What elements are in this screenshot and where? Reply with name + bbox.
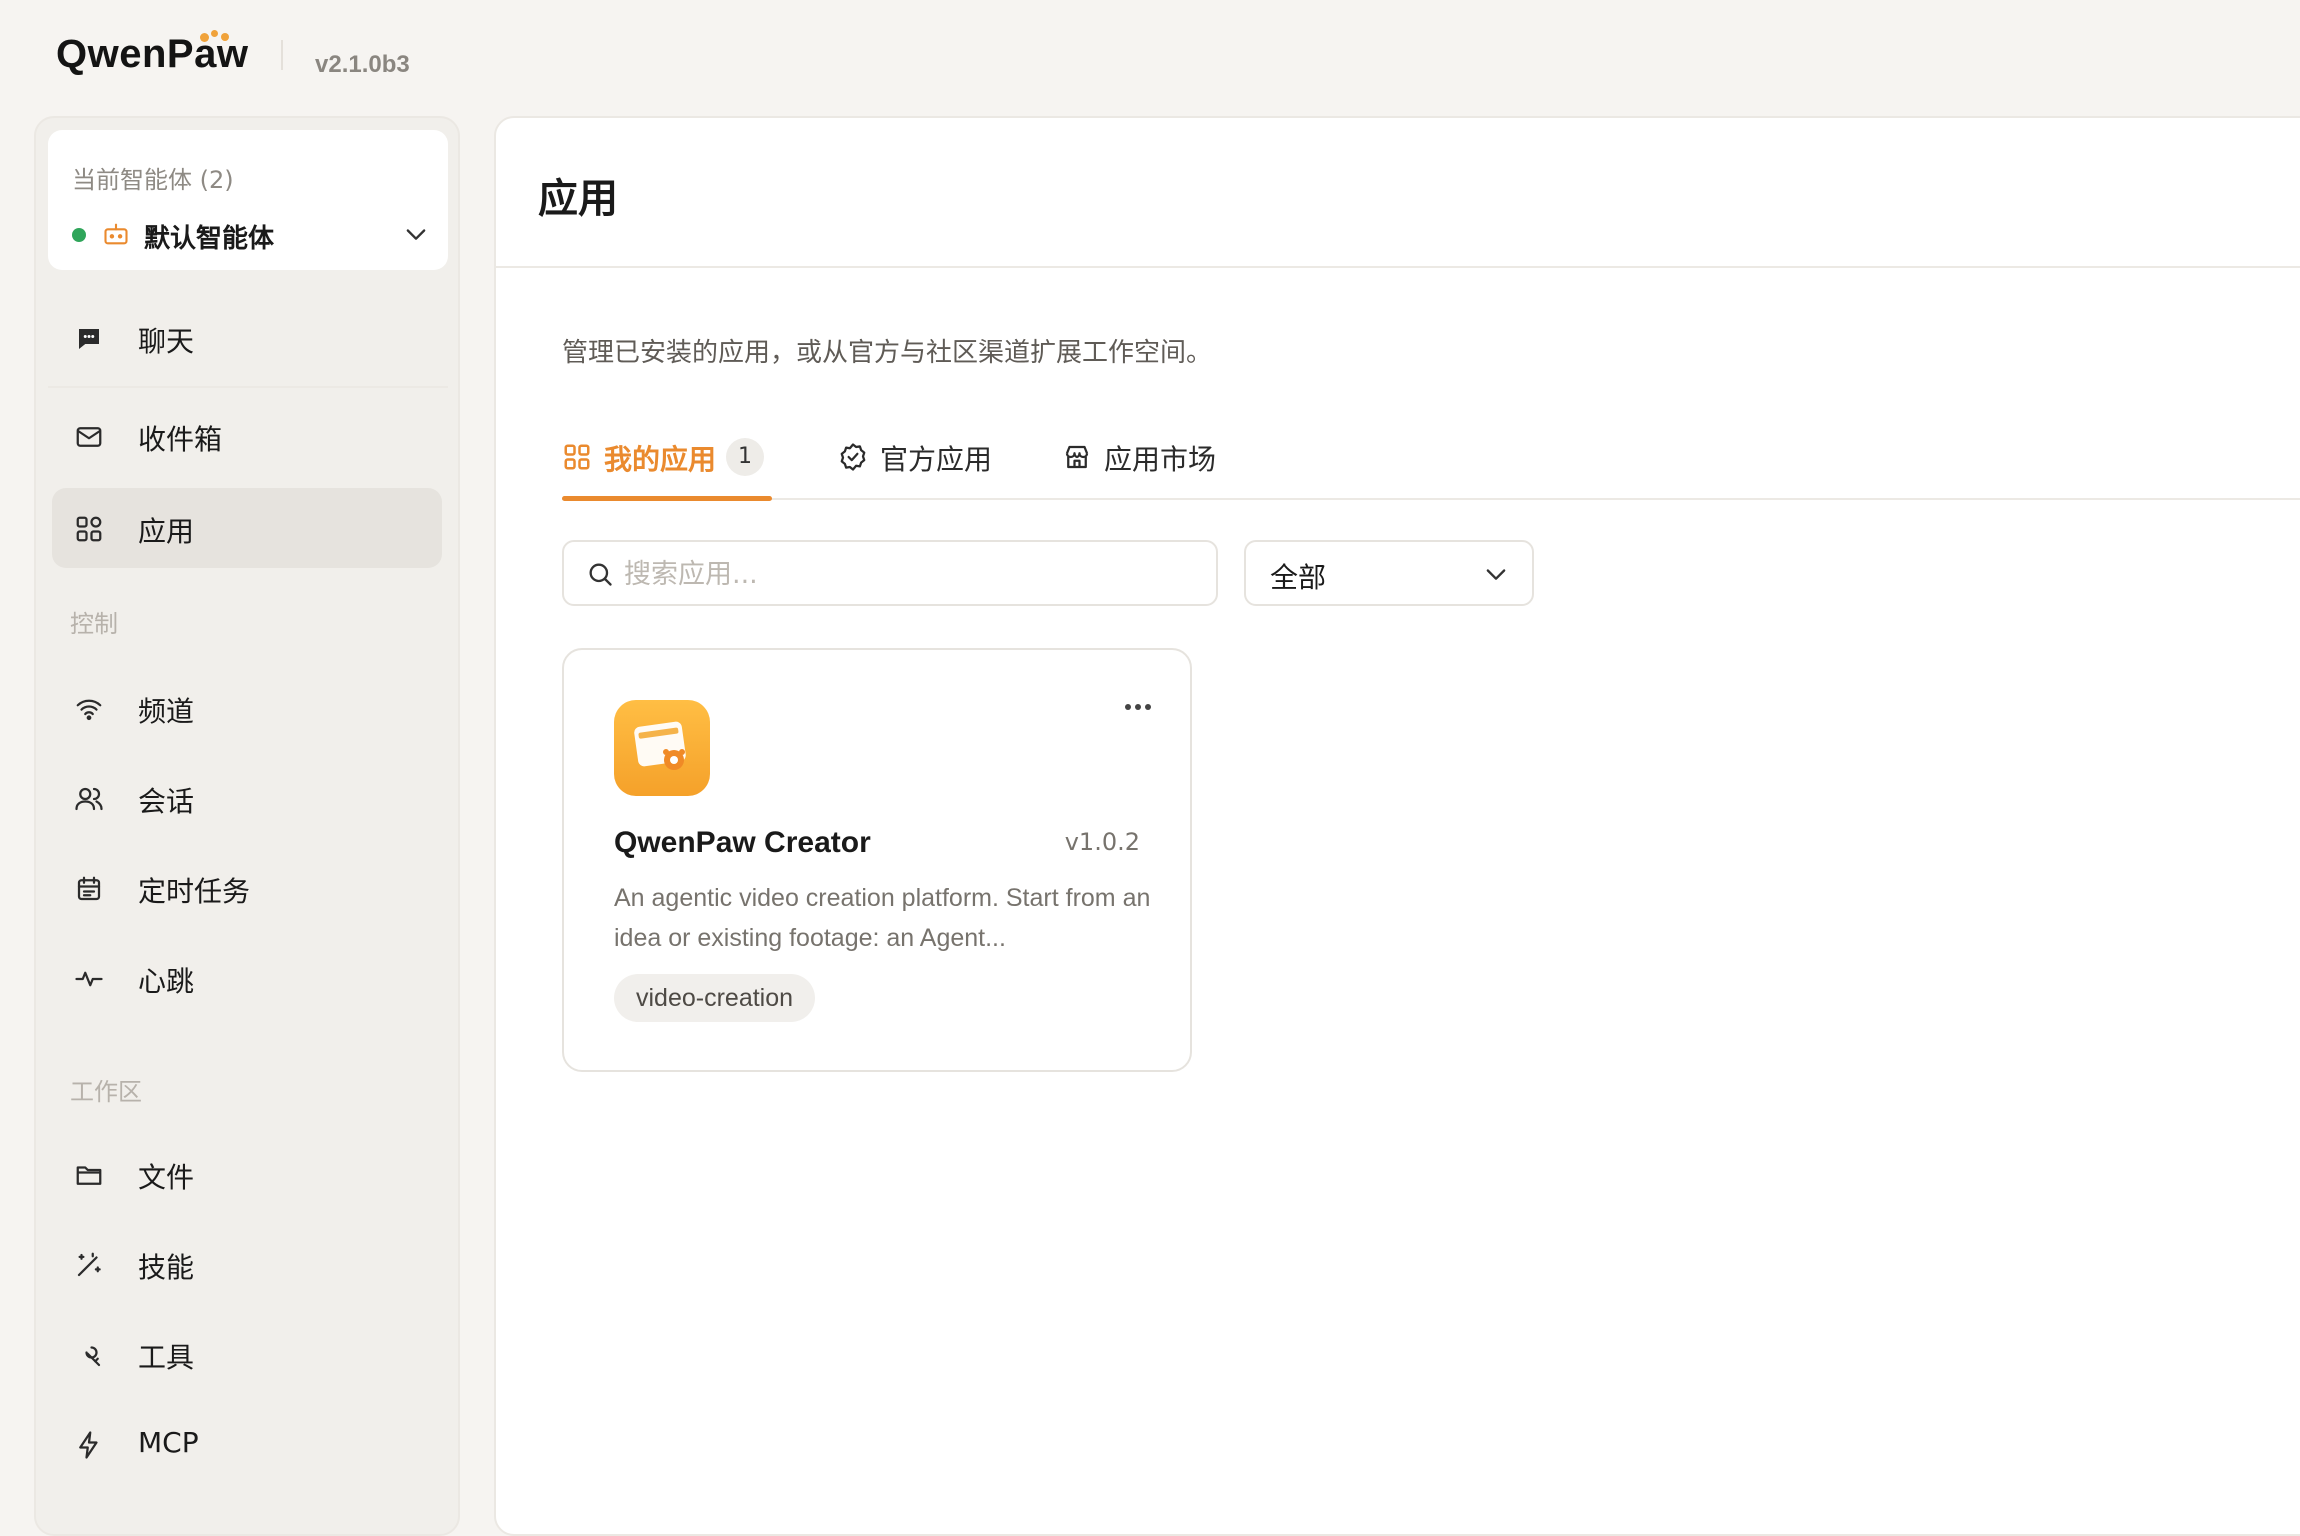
wrench-icon [85, 1346, 101, 1367]
header-divider [281, 40, 283, 70]
sidebar-item-label: 应用 [138, 515, 195, 548]
category-filter-select[interactable]: 全部 [1244, 540, 1534, 606]
sidebar-item-label: 定时任务 [138, 875, 251, 908]
magic-wand-icon [77, 1252, 101, 1277]
tab-bar-divider [562, 498, 2300, 500]
tab-bar: 我的应用 1 官方应用 应用市场 [562, 418, 2300, 502]
app-description: An agentic video creation platform. Star… [614, 884, 1151, 952]
search-box[interactable] [562, 540, 1218, 606]
verified-icon [840, 443, 866, 471]
store-icon [1065, 445, 1089, 469]
robot-icon [104, 223, 128, 245]
chevron-down-icon [1486, 569, 1506, 580]
sidebar-item-label: 文件 [138, 1161, 195, 1194]
app-logo[interactable]: QwenPaw [56, 32, 248, 77]
sidebar-item-inbox[interactable]: 收件箱 [52, 396, 442, 476]
sidebar: 当前智能体 (2) 默认智能体 聊天 收件箱 应用 控制 频道 会话 定时任务 … [34, 116, 460, 1536]
chevron-down-icon[interactable] [402, 220, 430, 248]
tab-count-badge: 1 [726, 438, 764, 476]
logo-paw-dot [221, 33, 229, 41]
tab-official-apps[interactable]: 官方应用 [838, 418, 1008, 500]
version-label: v2.1.0b3 [315, 51, 410, 78]
sidebar-item-heartbeat[interactable]: 心跳 [52, 938, 442, 1018]
sidebar-item-files[interactable]: 文件 [52, 1134, 442, 1214]
wifi-icon [76, 699, 102, 721]
search-icon [589, 563, 612, 586]
filter-selected-value: 全部 [1270, 561, 1327, 594]
page-title: 应用 [538, 176, 618, 222]
app-tag[interactable]: video-creation [614, 974, 816, 1022]
app-version: v1.0.2 [1064, 828, 1140, 856]
sidebar-item-label: 工具 [138, 1341, 195, 1374]
sidebar-item-channels[interactable]: 频道 [52, 668, 442, 748]
active-tab-indicator [562, 496, 772, 501]
nav-divider [48, 386, 448, 388]
page-subtitle: 管理已安装的应用，或从官方与社区渠道扩展工作空间。 [562, 338, 1213, 368]
pulse-icon [75, 971, 103, 987]
agent-selector-row[interactable]: 默认智能体 [72, 218, 432, 254]
logo-paw-dot [200, 33, 209, 42]
sidebar-item-label: 频道 [138, 695, 195, 728]
tab-label: 我的应用 [604, 443, 717, 476]
sidebar-item-label: 技能 [138, 1251, 195, 1284]
grid-icon [564, 444, 590, 470]
mail-icon [76, 427, 102, 447]
agent-selector-title: 当前智能体 (2) [72, 166, 234, 194]
sidebar-item-sessions[interactable]: 会话 [52, 758, 442, 838]
sidebar-item-label: 收件箱 [138, 423, 223, 456]
app-name: QwenPaw Creator [614, 826, 871, 859]
sidebar-item-label: 心跳 [138, 965, 195, 998]
folder-icon [76, 1166, 102, 1185]
sidebar-item-mcp[interactable]: MCP [52, 1404, 442, 1484]
sidebar-item-tools[interactable]: 工具 [52, 1314, 442, 1394]
users-icon [75, 787, 103, 811]
agent-selector[interactable]: 当前智能体 (2) 默认智能体 [48, 130, 448, 270]
top-header: QwenPaw v2.1.0b3 [0, 0, 2300, 115]
apps-icon [76, 516, 102, 542]
tab-label: 应用市场 [1104, 443, 1217, 476]
logo-paw-dot [211, 30, 218, 37]
sidebar-item-skills[interactable]: 技能 [52, 1224, 442, 1304]
status-dot [72, 228, 86, 242]
app-card[interactable]: QwenPaw Creator v1.0.2 An agentic video … [562, 648, 1192, 1072]
tab-my-apps[interactable]: 我的应用 1 [562, 418, 772, 501]
sidebar-item-label: MCP [138, 1426, 199, 1459]
main-panel: 应用 管理已安装的应用，或从官方与社区渠道扩展工作空间。 我的应用 1 官方应用… [494, 116, 2300, 1536]
app-creator-icon [614, 700, 710, 796]
tab-label: 官方应用 [880, 443, 993, 476]
sidebar-section-title: 控制 [70, 610, 118, 638]
tab-app-market[interactable]: 应用市场 [1062, 418, 1232, 500]
sidebar-item-label: 会话 [138, 785, 195, 818]
lightning-icon [79, 1431, 98, 1459]
calendar-icon [77, 876, 101, 901]
sidebar-section-title: 工作区 [70, 1078, 142, 1106]
title-divider [496, 266, 2300, 268]
agent-name: 默认智能体 [144, 224, 275, 254]
sidebar-item-label: 聊天 [138, 325, 195, 358]
sidebar-item-apps[interactable]: 应用 [52, 488, 442, 568]
more-options-icon[interactable] [1122, 700, 1154, 714]
sidebar-item-chat[interactable]: 聊天 [52, 298, 442, 378]
chat-icon [79, 329, 99, 349]
sidebar-item-scheduled-tasks[interactable]: 定时任务 [52, 848, 442, 928]
search-input[interactable] [624, 552, 1194, 596]
